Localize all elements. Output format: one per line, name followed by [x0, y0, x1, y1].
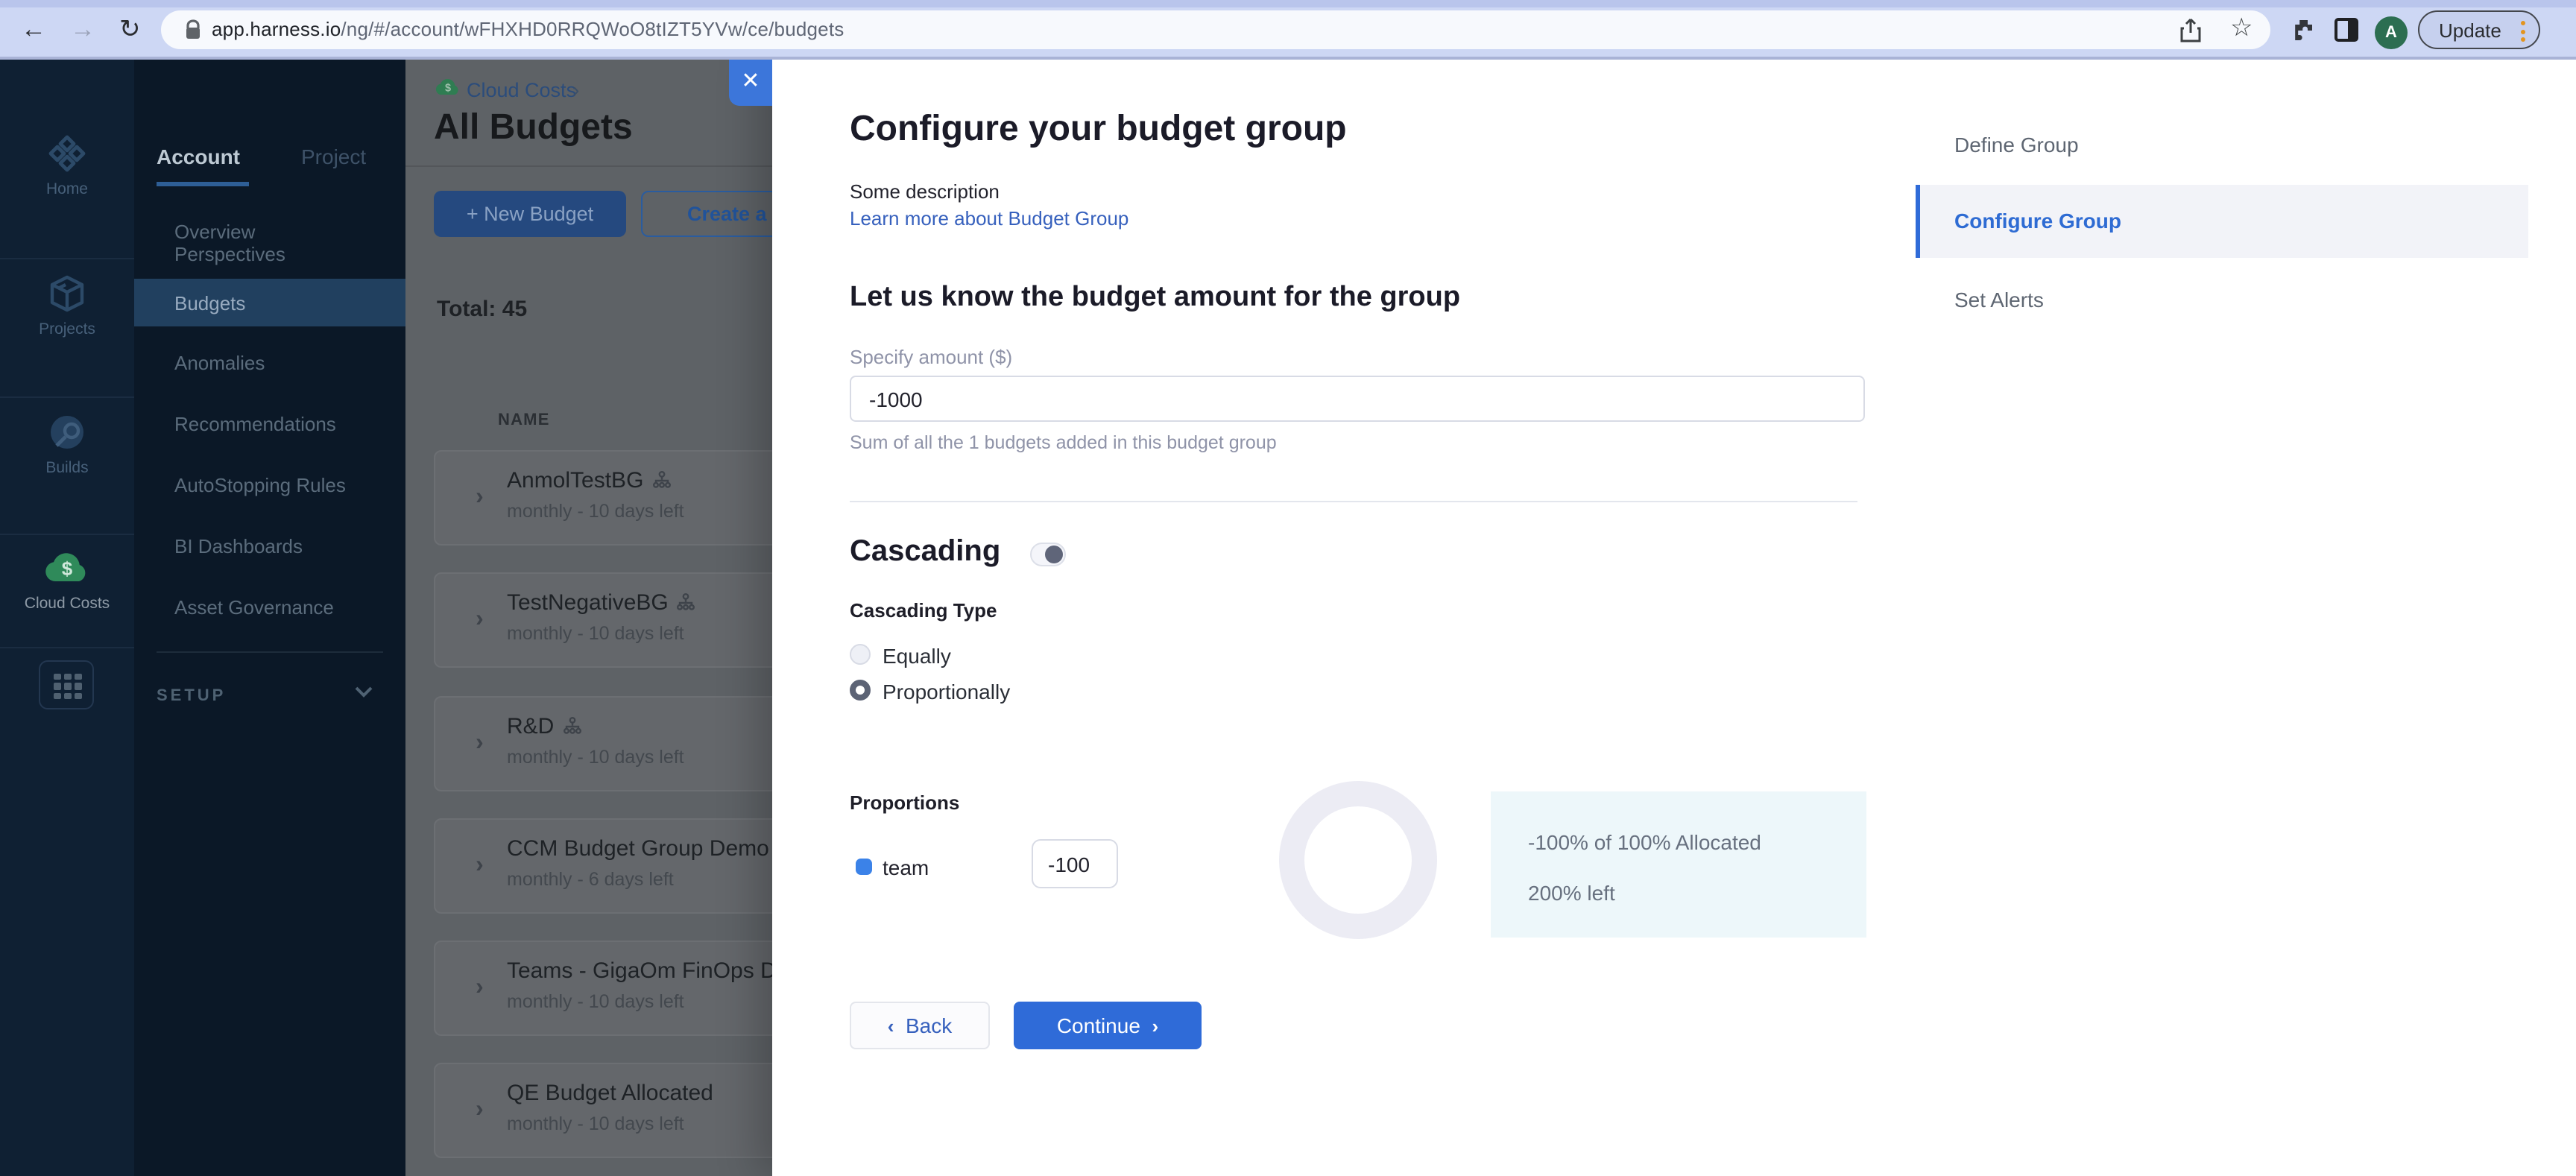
app-window: Home Projects Builds $ Cloud Costs Accou…: [0, 60, 2576, 1176]
side-panel-icon[interactable]: [2334, 18, 2358, 42]
share-icon[interactable]: [2179, 18, 2202, 43]
browser-tab-strip: [0, 0, 2576, 7]
modal-title: Configure your budget group: [850, 109, 1347, 149]
cascading-toggle[interactable]: [1030, 543, 1066, 566]
tab-account[interactable]: Account: [157, 145, 240, 168]
home-icon: [48, 135, 86, 172]
step-set-alerts[interactable]: Set Alerts: [1954, 288, 2044, 312]
radio-equally[interactable]: [850, 644, 871, 665]
amount-label: Specify amount ($): [850, 346, 1013, 368]
rail-item-home[interactable]: Home: [0, 134, 134, 198]
radio-proportionally-label[interactable]: Proportionally: [883, 680, 1010, 704]
row-expand-chevron-icon[interactable]: ›: [476, 1097, 484, 1124]
builds-icon: [50, 416, 83, 449]
rail-item-cloud-costs[interactable]: $ Cloud Costs: [0, 549, 134, 613]
browser-toolbar: ← → ↻ app.harness.io/ng/#/account/wFHXHD…: [0, 0, 2576, 60]
modal-description: Some description: [850, 180, 1000, 203]
module-switcher-grid-icon[interactable]: [39, 660, 94, 709]
address-bar[interactable]: app.harness.io/ng/#/account/wFHXHD0RRQWo…: [161, 10, 2270, 49]
table-header-name: NAME: [498, 411, 550, 429]
proportion-row-label: team: [883, 856, 929, 879]
page-title: All Budgets: [434, 107, 633, 148]
team-color-dot: [856, 859, 872, 875]
back-button[interactable]: ‹ Back: [850, 1002, 990, 1049]
chevron-right-icon: ›: [1152, 1015, 1159, 1037]
amount-section-heading: Let us know the budget amount for the gr…: [850, 282, 1461, 313]
browser-forward-button[interactable]: →: [70, 16, 95, 43]
breadcrumb[interactable]: Cloud Costs: [467, 79, 576, 101]
subnav-divider: [157, 651, 383, 653]
browser-reload-button[interactable]: ↻: [119, 16, 141, 43]
budget-group-tree-icon: [563, 717, 581, 735]
extensions-puzzle-icon[interactable]: [2291, 18, 2315, 42]
browser-update-button[interactable]: Update: [2418, 10, 2540, 49]
browser-profile-avatar[interactable]: A: [2375, 16, 2408, 49]
svg-text:$: $: [62, 557, 73, 580]
update-label: Update: [2439, 19, 2501, 42]
amount-helper-text: Sum of all the 1 budgets added in this b…: [850, 432, 1277, 453]
tab-project[interactable]: Project: [301, 145, 366, 168]
subnav-item-budgets[interactable]: Budgets: [134, 279, 405, 326]
allocated-text: -100% of 100% Allocated: [1528, 830, 1761, 854]
subnav-item-anomalies[interactable]: Anomalies: [174, 352, 265, 374]
rail-label-builds: Builds: [45, 459, 89, 477]
subnav-item-perspectives[interactable]: Perspectives: [174, 243, 285, 265]
lock-icon: [185, 19, 201, 40]
left-text: 200% left: [1528, 881, 1615, 905]
rail-label-cloud-costs: Cloud Costs: [24, 595, 110, 613]
browser-back-button[interactable]: ←: [21, 16, 46, 43]
proportion-value-input[interactable]: [1032, 839, 1118, 888]
setup-chevron-down-icon[interactable]: [355, 686, 373, 698]
cascading-heading: Cascading: [850, 535, 1001, 568]
cloud-costs-subnav: Account Project Overview Perspectives Bu…: [134, 60, 405, 1176]
step-define-group[interactable]: Define Group: [1954, 133, 2079, 157]
subnav-item-autostopping-rules[interactable]: AutoStopping Rules: [174, 474, 346, 496]
radio-proportionally[interactable]: [850, 680, 871, 701]
cloud-costs-icon: $: [45, 553, 86, 581]
breadcrumb-chevron-icon: ›: [572, 78, 580, 101]
proportions-heading: Proportions: [850, 791, 960, 814]
rail-item-projects[interactable]: Projects: [0, 274, 134, 338]
cascading-type-label: Cascading Type: [850, 599, 997, 622]
bookmark-star-icon[interactable]: ☆: [2230, 13, 2253, 43]
row-expand-chevron-icon[interactable]: ›: [476, 730, 484, 757]
modal-close-button[interactable]: ✕: [729, 60, 772, 106]
browser-menu-dots-icon[interactable]: [2521, 21, 2525, 45]
learn-more-link[interactable]: Learn more about Budget Group: [850, 207, 1128, 230]
rail-label-home: Home: [45, 180, 88, 198]
section-divider: [850, 501, 1857, 502]
allocation-info-box: -100% of 100% Allocated 200% left: [1491, 791, 1866, 938]
module-rail: Home Projects Builds $ Cloud Costs: [0, 60, 134, 1176]
svg-text:$: $: [445, 83, 451, 95]
radio-equally-label[interactable]: Equally: [883, 644, 951, 668]
toggle-knob: [1045, 546, 1063, 563]
breadcrumb-cloud-icon: $: [434, 76, 462, 98]
new-budget-button[interactable]: + New Budget: [434, 191, 626, 237]
row-expand-chevron-icon[interactable]: ›: [476, 607, 484, 633]
subnav-setup-section[interactable]: SETUP: [157, 687, 226, 705]
chevron-left-icon: ‹: [887, 1015, 894, 1037]
budget-group-tree-icon: [652, 471, 671, 489]
rail-item-builds[interactable]: Builds: [0, 413, 134, 477]
budget-group-tree-icon: [677, 593, 695, 611]
configure-budget-group-modal: ✕ Configure your budget group Some descr…: [729, 60, 2576, 1176]
row-expand-chevron-icon[interactable]: ›: [476, 853, 484, 879]
projects-box-icon: [50, 275, 84, 312]
total-count: Total: 45: [437, 297, 528, 322]
row-expand-chevron-icon[interactable]: ›: [476, 484, 484, 511]
step-configure-group[interactable]: Configure Group: [1916, 185, 2528, 258]
allocation-donut-chart: [1279, 781, 1437, 939]
continue-button[interactable]: Continue ›: [1014, 1002, 1202, 1049]
rail-label-projects: Projects: [39, 320, 95, 338]
subnav-item-recommendations[interactable]: Recommendations: [174, 413, 336, 435]
screen: ← → ↻ app.harness.io/ng/#/account/wFHXHD…: [0, 0, 2576, 1176]
subnav-item-asset-governance[interactable]: Asset Governance: [174, 596, 334, 619]
amount-input[interactable]: [850, 376, 1865, 422]
row-expand-chevron-icon[interactable]: ›: [476, 975, 484, 1002]
url-text: app.harness.io/ng/#/account/wFHXHD0RRQWo…: [212, 18, 845, 40]
subnav-item-bi-dashboards[interactable]: BI Dashboards: [174, 535, 303, 557]
subnav-item-overview[interactable]: Overview: [174, 221, 255, 243]
tab-account-underline: [157, 182, 249, 186]
